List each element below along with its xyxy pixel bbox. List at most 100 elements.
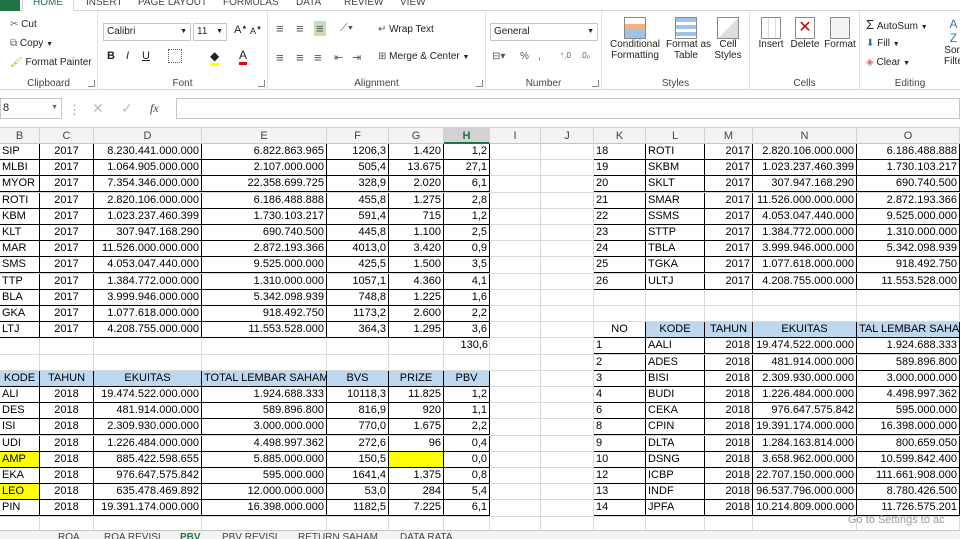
tab-data[interactable]: DATA <box>296 0 321 8</box>
right-2018-header[interactable]: NO <box>594 322 646 339</box>
left-2017-cell[interactable]: 2017 <box>40 273 94 290</box>
right-2017-cell[interactable]: 2017 <box>705 257 753 274</box>
right-2017-cell[interactable]: SSMS <box>646 208 705 225</box>
right-2017-cell[interactable]: 2017 <box>705 208 753 225</box>
left-2017-cell[interactable]: 748,8 <box>327 289 389 306</box>
comma-style-icon[interactable]: , <box>538 51 541 62</box>
right-2017-cell[interactable]: 26 <box>594 273 646 290</box>
right-2017-cell[interactable]: 1.384.772.000.000 <box>753 225 857 241</box>
right-2017-cell[interactable]: 19 <box>594 160 646 177</box>
insert-cells-button[interactable]: Insert <box>754 17 788 50</box>
right-2018-cell[interactable]: AALI <box>646 338 705 355</box>
clear-button[interactable]: ◈ Clear ▼ <box>866 57 910 68</box>
column-header-D[interactable]: D <box>94 128 202 144</box>
tab-view[interactable]: VIEW <box>400 0 426 8</box>
right-2017-cell[interactable]: 918.492.750 <box>857 257 960 274</box>
format-as-table-button[interactable]: Format as Table <box>666 17 711 61</box>
sheet-tab-return-saham[interactable]: RETURN SAHAM <box>298 531 378 539</box>
left-2017-cell[interactable]: 2,5 <box>444 225 490 241</box>
autosum-button[interactable]: Σ AutoSum ▼ <box>866 17 928 32</box>
copy-button[interactable]: ⧉ Copy ▼ <box>10 38 53 49</box>
right-2018-cell[interactable]: 16.398.000.000 <box>857 419 960 436</box>
enter-icon[interactable]: ✓ <box>121 100 133 117</box>
right-2018-cell[interactable]: 3.000.000.000 <box>857 370 960 387</box>
right-2018-cell[interactable]: 4.498.997.362 <box>857 387 960 403</box>
left-2017-cell[interactable]: 6.186.488.888 <box>202 192 327 209</box>
right-2017-cell[interactable]: STTP <box>646 225 705 241</box>
column-header-G[interactable]: G <box>389 128 444 144</box>
left-2017-cell[interactable]: SMS <box>0 257 40 274</box>
left-2017-cell[interactable]: 11.526.000.000.000 <box>94 241 202 258</box>
align-middle-icon[interactable]: ≡ <box>296 21 304 36</box>
italic-button[interactable]: I <box>126 50 129 62</box>
font-launcher-icon[interactable] <box>258 80 265 87</box>
left-2018-cell[interactable]: 0,8 <box>444 468 490 484</box>
cancel-icon[interactable]: ✕ <box>92 100 104 117</box>
right-2017-cell[interactable]: 2017 <box>705 192 753 209</box>
right-2018-cell[interactable]: BUDI <box>646 387 705 403</box>
pbv-total-cell[interactable]: 130,6 <box>444 338 490 354</box>
right-2017-cell[interactable]: SKBM <box>646 160 705 177</box>
right-2017-cell[interactable]: ROTI <box>646 144 705 160</box>
left-2017-cell[interactable]: 4.208.755.000.000 <box>94 322 202 339</box>
left-2018-cell[interactable]: ALI <box>0 387 40 403</box>
column-header-H[interactable]: H <box>444 128 490 144</box>
left-2018-cell[interactable]: ISI <box>0 419 40 436</box>
right-2017-cell[interactable]: 2017 <box>705 225 753 241</box>
shrink-font-button[interactable]: A▼ <box>250 26 262 36</box>
right-2017-cell[interactable]: SMAR <box>646 192 705 209</box>
left-2017-cell[interactable]: 0,9 <box>444 241 490 258</box>
right-2018-cell[interactable]: 111.661.908.000 <box>857 468 960 484</box>
worksheet-grid[interactable]: BCDEFGHIJKLMNO SIP 2017 8.230.441.000.000 6… <box>0 128 960 530</box>
right-2018-cell[interactable]: ICBP <box>646 468 705 484</box>
tab-page-layout[interactable]: PAGE LAYOUT <box>138 0 207 8</box>
left-2017-cell[interactable]: ROTI <box>0 192 40 209</box>
left-2018-cell[interactable]: 19.391.174.000.000 <box>94 500 202 517</box>
column-header-J[interactable]: J <box>541 128 594 144</box>
sheet-tab-pbv-revisi[interactable]: PBV REVISI <box>222 531 278 539</box>
left-2018-cell[interactable]: 1641,4 <box>327 468 389 484</box>
right-2018-cell[interactable]: CPIN <box>646 419 705 436</box>
left-2018-cell[interactable]: 2018 <box>40 500 94 517</box>
left-2017-cell[interactable]: 11.553.528.000 <box>202 322 327 339</box>
right-2017-cell[interactable]: 24 <box>594 241 646 258</box>
right-2017-cell[interactable]: 2017 <box>705 160 753 177</box>
right-2017-cell[interactable]: 23 <box>594 225 646 241</box>
left-2017-cell[interactable]: 2017 <box>40 241 94 258</box>
left-2018-cell[interactable]: AMP <box>0 451 40 468</box>
left-2018-header[interactable]: EKUITAS <box>94 370 202 387</box>
tab-insert[interactable]: INSERT <box>86 0 123 8</box>
left-2018-cell[interactable]: 589.896.800 <box>202 403 327 420</box>
left-2017-cell[interactable]: 3.420 <box>389 241 444 258</box>
right-2018-cell[interactable]: 2018 <box>705 370 753 387</box>
right-2017-cell[interactable]: 2017 <box>705 176 753 193</box>
right-2017-cell[interactable]: 690.740.500 <box>857 176 960 193</box>
left-2017-cell[interactable]: 6,1 <box>444 176 490 193</box>
left-2017-cell[interactable]: 4013,0 <box>327 241 389 258</box>
left-2017-cell[interactable]: 1173,2 <box>327 306 389 322</box>
tab-formulas[interactable]: FORMULAS <box>223 0 279 8</box>
decrease-indent-icon[interactable]: ⇤ <box>334 51 343 64</box>
right-2017-cell[interactable]: 22 <box>594 208 646 225</box>
left-2017-cell[interactable]: 1.500 <box>389 257 444 274</box>
align-left-icon[interactable]: ≡ <box>276 50 284 65</box>
left-2018-cell[interactable]: UDI <box>0 435 40 452</box>
left-2017-cell[interactable]: 2.820.106.000.000 <box>94 192 202 209</box>
left-2017-cell[interactable]: 715 <box>389 208 444 225</box>
right-2018-cell[interactable]: 12 <box>594 468 646 484</box>
left-2017-cell[interactable]: 22.358.699.725 <box>202 176 327 193</box>
left-2018-cell[interactable]: 635.478.469.892 <box>94 484 202 501</box>
left-2018-cell[interactable]: 19.474.522.000.000 <box>94 387 202 403</box>
right-2018-cell[interactable]: 3.658.962.000.000 <box>753 451 857 468</box>
left-2018-cell[interactable]: 11.825 <box>389 387 444 403</box>
right-2017-cell[interactable]: 2017 <box>705 144 753 160</box>
fill-button[interactable]: ⬇ Fill ▼ <box>866 38 900 49</box>
formula-input[interactable] <box>176 98 960 119</box>
right-2018-header[interactable]: EKUITAS <box>753 322 857 339</box>
right-2017-cell[interactable]: 4.208.755.000.000 <box>753 273 857 290</box>
right-2018-cell[interactable]: 19.474.522.000.000 <box>753 338 857 355</box>
wrap-text-button[interactable]: ↵ Wrap Text <box>378 24 434 35</box>
orientation-icon[interactable]: ⟋▾ <box>340 22 353 35</box>
left-2017-cell[interactable]: 8.230.441.000.000 <box>94 144 202 160</box>
right-2018-cell[interactable]: 2018 <box>705 451 753 468</box>
